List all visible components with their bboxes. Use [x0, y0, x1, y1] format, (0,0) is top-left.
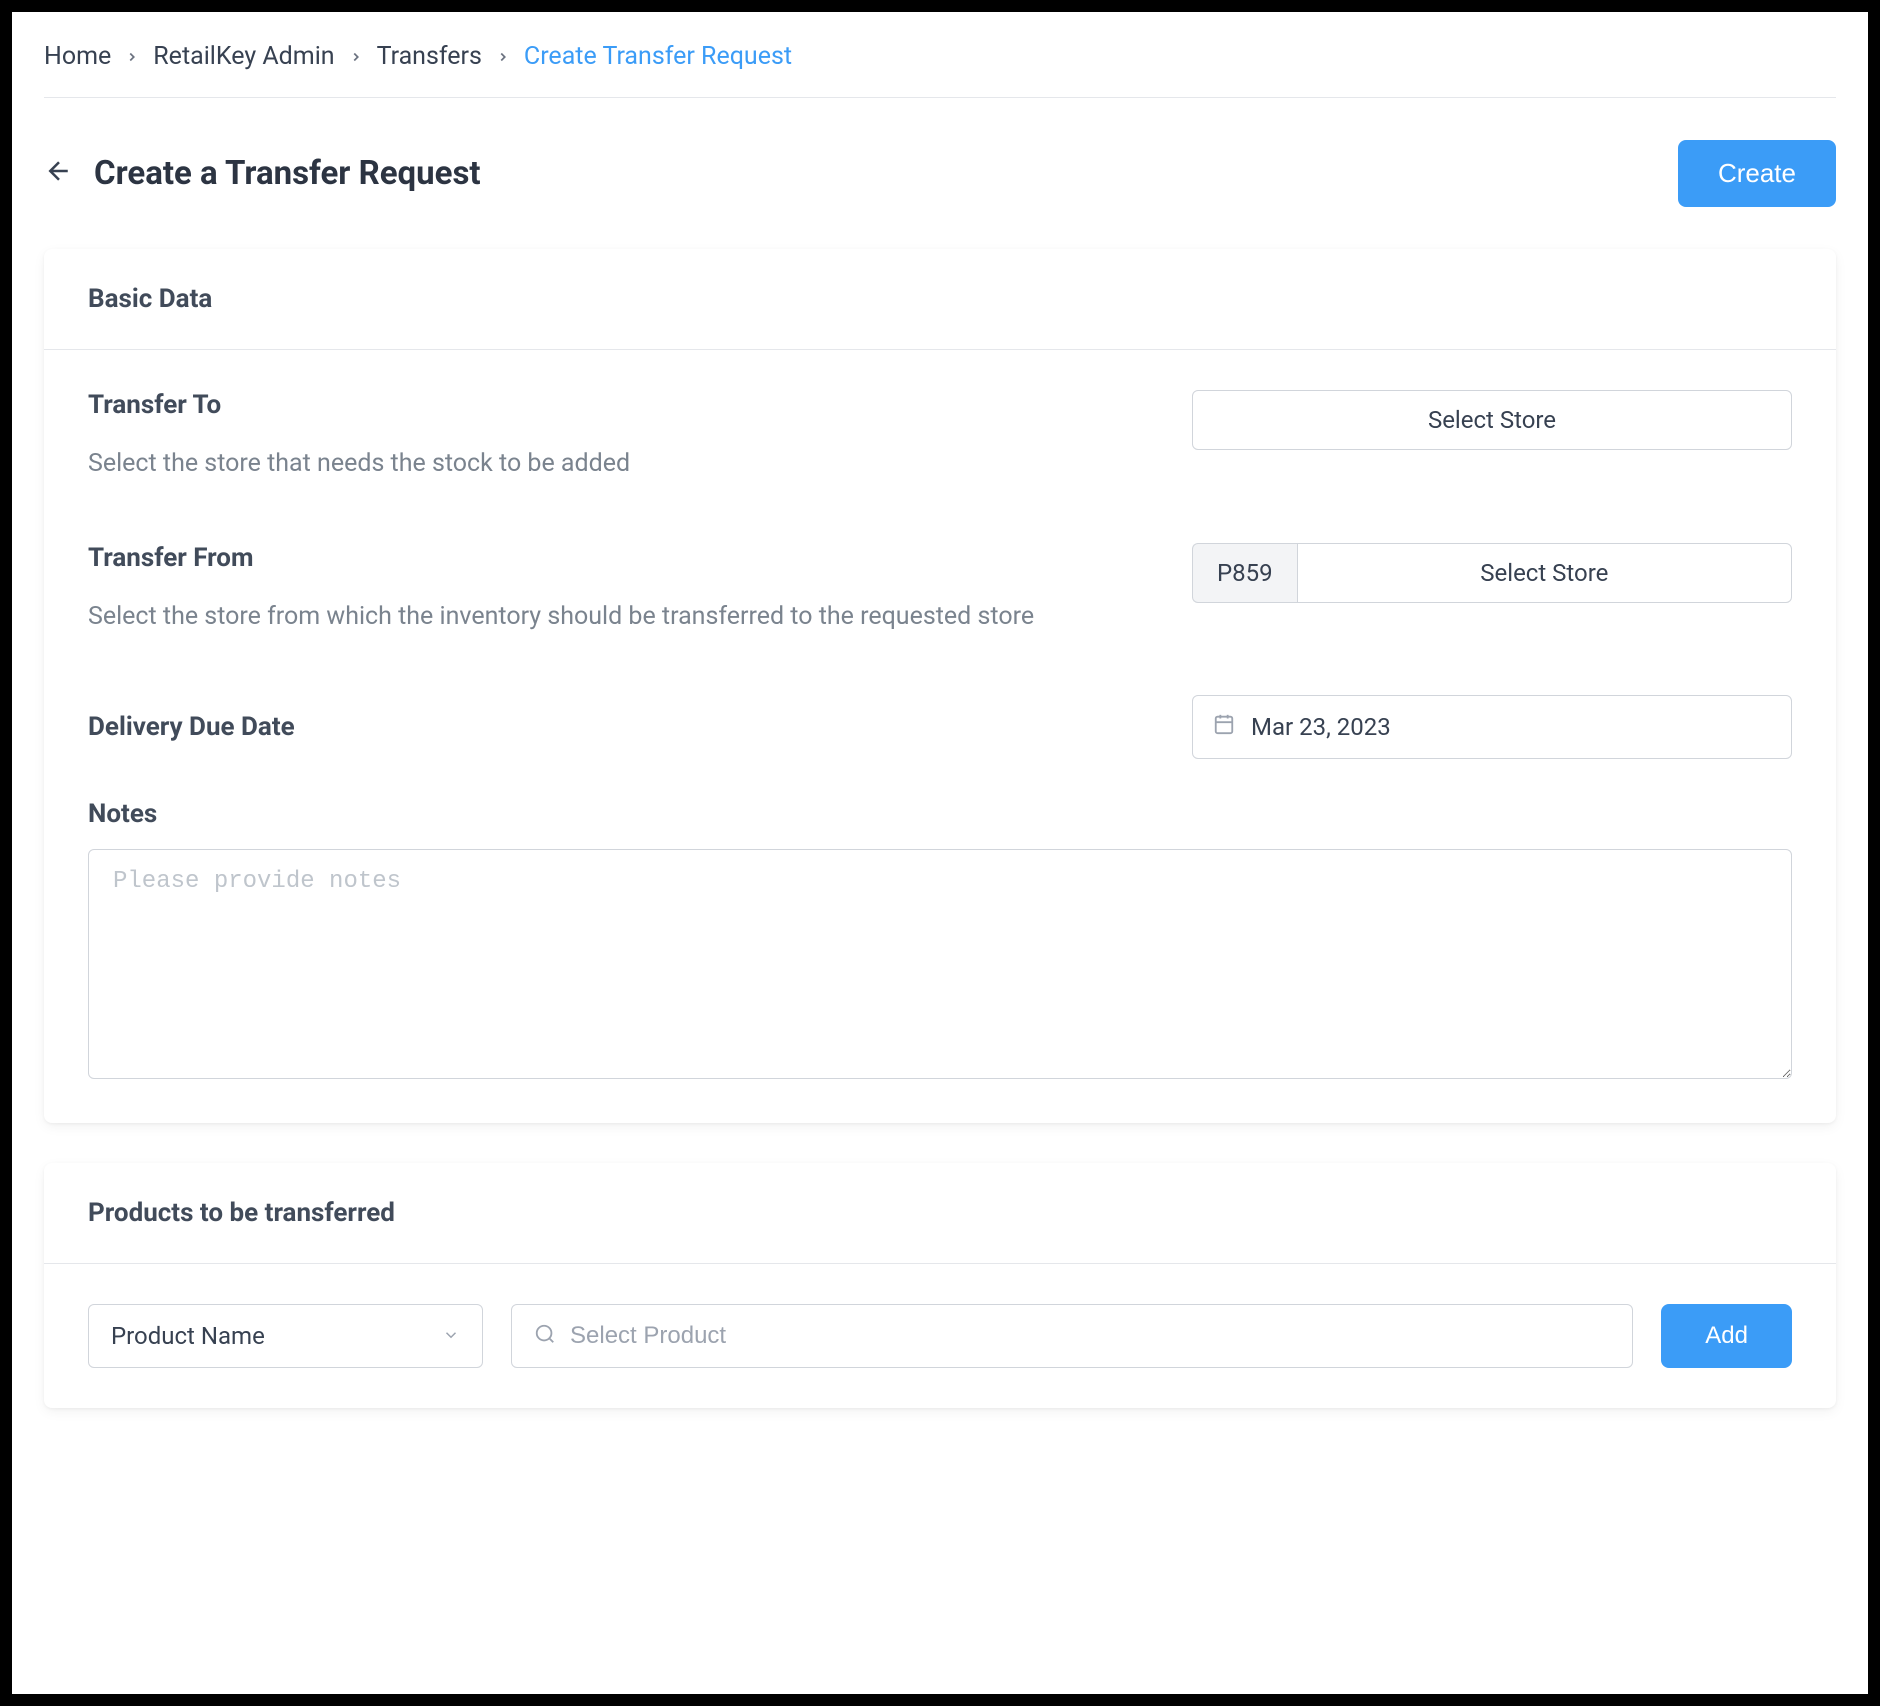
transfer-from-description: Select the store from which the inventor… [88, 593, 1138, 641]
breadcrumb: Home RetailKey Admin Transfers Create Tr… [44, 42, 1836, 98]
breadcrumb-admin[interactable]: RetailKey Admin [153, 42, 334, 71]
add-button[interactable]: Add [1661, 1304, 1792, 1368]
chevron-right-icon [496, 45, 510, 69]
products-card: Products to be transferred Product Name … [44, 1163, 1836, 1408]
product-name-select[interactable]: Product Name [88, 1304, 483, 1368]
back-arrow-icon[interactable] [44, 156, 74, 192]
transfer-to-description: Select the store that needs the stock to… [88, 440, 1138, 488]
products-title: Products to be transferred [88, 1198, 1792, 1228]
transfer-to-label: Transfer To [88, 390, 1138, 420]
chevron-down-icon [442, 1322, 460, 1350]
chevron-right-icon [349, 45, 363, 69]
transfer-from-prefix: P859 [1192, 543, 1297, 603]
breadcrumb-current: Create Transfer Request [524, 42, 792, 71]
product-name-select-label: Product Name [111, 1322, 265, 1350]
delivery-date-label: Delivery Due Date [88, 712, 1138, 742]
calendar-icon [1213, 713, 1235, 741]
delivery-date-value: Mar 23, 2023 [1251, 713, 1391, 741]
delivery-date-input[interactable]: Mar 23, 2023 [1192, 695, 1792, 759]
breadcrumb-home[interactable]: Home [44, 42, 111, 71]
product-search-input[interactable] [570, 1322, 1610, 1350]
chevron-right-icon [125, 45, 139, 69]
transfer-from-label: Transfer From [88, 543, 1138, 573]
product-search[interactable] [511, 1304, 1633, 1368]
breadcrumb-transfers[interactable]: Transfers [377, 42, 482, 71]
create-button[interactable]: Create [1678, 140, 1836, 207]
transfer-from-select[interactable]: Select Store [1297, 543, 1792, 603]
basic-data-card: Basic Data Transfer To Select the store … [44, 249, 1836, 1123]
page-title: Create a Transfer Request [94, 154, 481, 193]
basic-data-title: Basic Data [88, 284, 1792, 314]
notes-textarea[interactable] [88, 849, 1792, 1079]
transfer-to-select[interactable]: Select Store [1192, 390, 1792, 450]
notes-label: Notes [88, 799, 1792, 829]
search-icon [534, 1323, 556, 1349]
